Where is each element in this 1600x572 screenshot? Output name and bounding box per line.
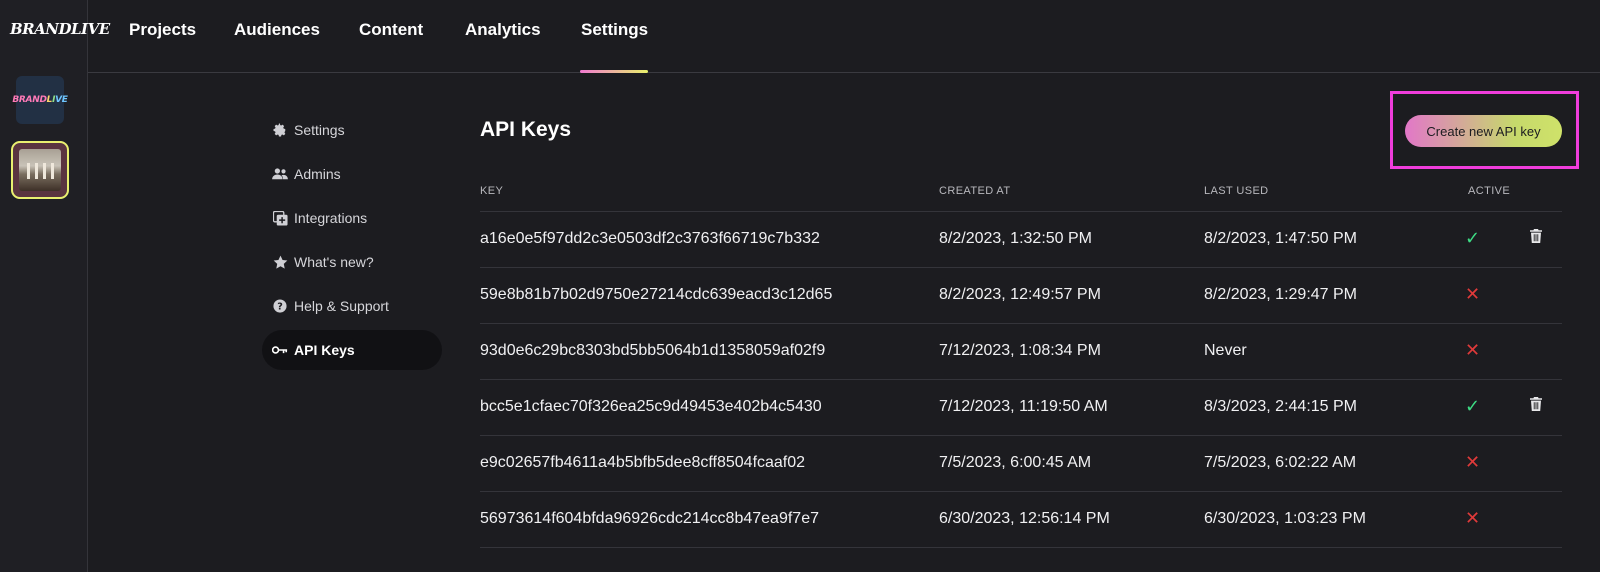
nav-audiences[interactable]: Audiences [234,20,320,40]
nav-projects[interactable]: Projects [129,20,196,40]
menu-item-help-support[interactable]: ? Help & Support [262,286,442,326]
top-navigation: Projects Audiences Content Analytics Set… [88,0,1600,73]
column-header-key: KEY [480,185,504,197]
menu-item-api-keys[interactable]: API Keys [262,330,442,370]
nav-settings[interactable]: Settings [581,20,648,40]
nav-active-indicator [580,70,648,73]
menu-item-label: API Keys [294,342,355,358]
column-header-created-at: CREATED AT [939,185,1011,197]
cross-icon: ✕ [1465,340,1481,360]
nav-analytics[interactable]: Analytics [465,20,541,40]
created-at-value: 7/12/2023, 11:19:50 AM [939,398,1108,415]
menu-item-label: Help & Support [294,298,389,314]
menu-item-label: Integrations [294,210,368,226]
help-icon: ? [272,298,288,314]
last-used-value: 8/2/2023, 1:29:47 PM [1204,286,1357,303]
last-used-value: Never [1204,342,1247,359]
check-icon: ✓ [1465,228,1481,248]
brandlive-logo[interactable]: BRANDLIVE [10,20,110,42]
integrations-icon [272,210,288,226]
table-row: 93d0e6c29bc8303bd5bb5064b1d1358059af02f9… [480,324,1562,380]
api-key-value: a16e0e5f97dd2c3e0503df2c3763f66719c7b332 [480,230,820,247]
table-header: KEY CREATED AT LAST USED ACTIVE [480,168,1562,212]
last-used-value: 7/5/2023, 6:02:22 AM [1204,454,1357,471]
trash-icon[interactable] [1530,397,1542,416]
cross-icon: ✕ [1465,284,1481,304]
column-header-last-used: LAST USED [1204,185,1269,197]
table-row: bcc5e1cfaec70f326ea25c9d49453e402b4c5430… [480,380,1562,436]
gear-icon [272,122,288,138]
menu-item-whats-new[interactable]: What's new? [262,242,442,282]
api-key-value: e9c02657fb4611a4b5bfb5dee8cff8504fcaaf02 [480,454,806,471]
api-key-value: 59e8b81b7b02d9750e27214cdc639eacd3c12d65 [480,286,833,303]
key-icon [272,342,288,358]
nav-content[interactable]: Content [359,20,423,40]
api-key-value: 56973614f604bfda96926cdc214cc8b47ea9f7e7 [480,510,819,527]
column-header-active: ACTIVE [1468,185,1511,197]
settings-menu: Settings Admins Integrations What's new?… [262,110,442,374]
menu-item-label: Admins [294,166,341,182]
workspace-thumbnail [19,149,61,191]
menu-item-settings[interactable]: Settings [262,110,442,150]
created-at-value: 7/5/2023, 6:00:45 AM [939,454,1092,471]
workspace-tile-active[interactable] [11,141,69,199]
cross-icon: ✕ [1465,508,1481,528]
last-used-value: 6/30/2023, 1:03:23 PM [1204,510,1366,527]
table-row: 59e8b81b7b02d9750e27214cdc639eacd3c12d65… [480,268,1562,324]
table-row: a16e0e5f97dd2c3e0503df2c3763f66719c7b332… [480,212,1562,268]
menu-item-label: Settings [294,122,345,138]
menu-item-admins[interactable]: Admins [262,154,442,194]
api-keys-table: KEY CREATED AT LAST USED ACTIVE a16e0e5f… [480,168,1562,548]
api-key-value: bcc5e1cfaec70f326ea25c9d49453e402b4c5430 [480,398,822,415]
created-at-value: 8/2/2023, 1:32:50 PM [939,230,1092,247]
workspace-rail: BRANDLIVE BRAND L I VE [0,0,110,572]
star-icon [272,254,288,270]
page-title: API Keys [480,118,572,141]
cross-icon: ✕ [1465,452,1481,472]
api-key-value: 93d0e6c29bc8303bd5bb5064b1d1358059af02f9 [480,342,826,359]
table-row: e9c02657fb4611a4b5bfb5dee8cff8504fcaaf02… [480,436,1562,492]
svg-text:?: ? [277,302,283,313]
table-row: 56973614f604bfda96926cdc214cc8b47ea9f7e7… [480,492,1562,548]
users-icon [272,166,288,182]
check-icon: ✓ [1465,396,1481,416]
workspace-tile-brandlive[interactable]: BRAND L I VE [12,76,68,124]
menu-item-integrations[interactable]: Integrations [262,198,442,238]
trash-icon[interactable] [1530,229,1542,248]
create-api-key-button[interactable]: Create new API key [1405,115,1562,147]
created-at-value: 6/30/2023, 12:56:14 PM [939,510,1110,527]
menu-item-label: What's new? [294,254,374,270]
created-at-value: 7/12/2023, 1:08:34 PM [939,342,1101,359]
last-used-value: 8/2/2023, 1:47:50 PM [1204,230,1357,247]
created-at-value: 8/2/2023, 12:49:57 PM [939,286,1101,303]
last-used-value: 8/3/2023, 2:44:15 PM [1204,398,1357,415]
